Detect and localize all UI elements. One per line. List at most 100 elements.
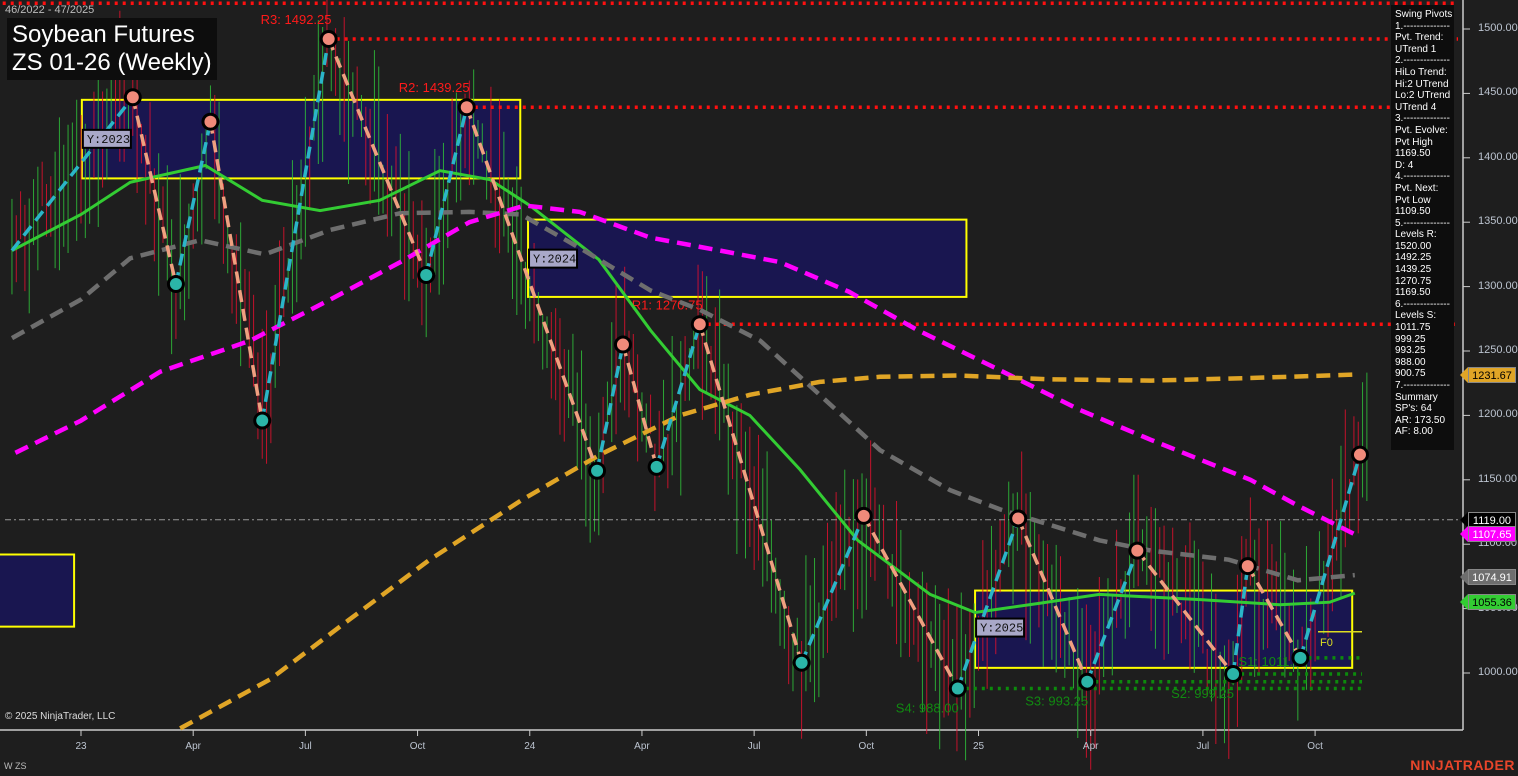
time-tick-label: 25	[972, 741, 985, 752]
panel-line: Pvt High	[1395, 136, 1433, 148]
panel-line: 1011.75	[1395, 322, 1431, 334]
price-tag: 1055.36	[1460, 593, 1516, 610]
pivot-high-marker	[1128, 541, 1147, 560]
f0-label: F0	[1320, 637, 1333, 649]
pivot-dot	[1294, 651, 1307, 664]
panel-line: Pvt Low	[1395, 194, 1431, 206]
year-label: Y:2025	[980, 622, 1023, 636]
panel-line: Levels R:	[1395, 229, 1437, 241]
year-box	[0, 553, 76, 628]
panel-line: 999.25	[1395, 333, 1426, 345]
pivot-high-marker	[201, 112, 220, 131]
swing-down-line	[621, 344, 659, 468]
pivot-low-marker	[792, 653, 811, 672]
panel-line: Levels S:	[1395, 310, 1437, 322]
panel-line: 1439.25	[1395, 264, 1432, 276]
panel-line: Swing Pivots	[1395, 9, 1453, 20]
pivot-high-marker	[613, 335, 632, 354]
panel-line: 4.--------------	[1395, 171, 1450, 183]
panel-line: 1520.00	[1395, 240, 1432, 252]
swing-up-line	[799, 515, 866, 664]
pivot-high-marker	[1009, 509, 1028, 528]
instrument-name: Soybean Futures	[12, 21, 195, 48]
panel-line: 1109.50	[1395, 206, 1431, 218]
pivot-dot	[322, 32, 335, 45]
resistance-label: R3: 1492.25	[261, 12, 332, 27]
price-tick-label: 1300.00	[1478, 279, 1518, 292]
pivot-dot	[460, 101, 473, 114]
price-tick-label: 1250.00	[1478, 344, 1518, 356]
pivot-dot	[126, 91, 139, 104]
time-tick-label: Apr	[634, 741, 650, 752]
time-tick-label: Oct	[409, 741, 426, 752]
panel-line: Pvt. Trend:	[1395, 32, 1444, 44]
pivot-dot	[795, 656, 808, 669]
pivot-low-marker	[948, 679, 967, 698]
time-tick-label: Oct	[1307, 741, 1323, 752]
time-tick-label: Apr	[1082, 741, 1099, 752]
pivot-dot	[1227, 667, 1240, 680]
time-tick-label: Jul	[747, 741, 761, 752]
support-label: S4: 988.00	[896, 700, 959, 715]
price-tag: 1231.67	[1460, 366, 1516, 383]
pivot-dot	[616, 338, 629, 351]
panel-line: Pvt. Evolve:	[1395, 124, 1448, 136]
panel-line: UTrend 1	[1395, 43, 1437, 55]
panel-line: 1270.75	[1395, 275, 1432, 287]
pivot-dot	[204, 115, 217, 128]
panel-line: 5.--------------	[1395, 217, 1450, 229]
price-tag: 1107.65	[1460, 526, 1516, 543]
pivot-high-marker	[690, 315, 709, 334]
panel-line: 993.25	[1395, 345, 1426, 357]
pivot-high-marker	[457, 98, 476, 117]
price-tag: 1074.91	[1460, 568, 1516, 585]
panel-line: 900.75	[1395, 368, 1426, 380]
pivot-low-marker	[1224, 664, 1243, 683]
year-label: Y:2023	[87, 133, 130, 147]
pivot-dot	[1012, 512, 1025, 525]
pivot-high-marker	[1238, 557, 1257, 576]
panel-line: Pvt. Next:	[1395, 182, 1439, 194]
price-tick-label: 1150.00	[1478, 472, 1517, 485]
price-tick-label: 1200.00	[1478, 408, 1518, 421]
year-label: Y:2024	[533, 253, 576, 267]
pivot-dot	[650, 460, 663, 473]
panel-line: 1169.50	[1395, 287, 1431, 299]
ninjatrader-logo: NINJATRADER	[1410, 757, 1515, 773]
time-tick-label: Oct	[858, 741, 875, 752]
panel-line: 988.00	[1395, 356, 1426, 368]
panel-line: 1.--------------	[1395, 20, 1450, 32]
pivot-low-marker	[647, 457, 666, 476]
symbol-label: W ZS	[4, 761, 27, 771]
panel-line: 6.--------------	[1395, 298, 1450, 310]
pivot-high-marker	[123, 88, 142, 107]
panel-line: 2.--------------	[1395, 55, 1450, 67]
pivot-low-marker	[1291, 648, 1310, 667]
pivot-low-marker	[253, 411, 272, 430]
price-chart[interactable]: R3: 1492.25R2: 1439.25R1: 1270.75S4: 988…	[0, 0, 1518, 776]
pivot-dot	[420, 269, 433, 282]
pivot-dot	[1241, 560, 1254, 573]
panel-line: D: 4	[1395, 159, 1414, 171]
pivot-dot	[591, 464, 604, 477]
pivot-low-marker	[417, 266, 436, 285]
pivot-low-marker	[588, 461, 607, 480]
pivot-high-marker	[854, 506, 873, 525]
swing-pivots-panel: Swing Pivots 1.-------------- Pvt. Trend: U…	[1391, 5, 1454, 450]
pivot-high-marker	[319, 29, 338, 48]
pivot-dot	[256, 414, 269, 427]
support-label: S3: 993.25	[1025, 694, 1088, 709]
panel-line: AF: 8.00	[1395, 426, 1433, 438]
copyright: © 2025 NinjaTrader, LLC	[5, 711, 116, 722]
chart-title: Soybean Futures ZS 01-26 (Weekly)	[7, 18, 217, 80]
panel-line: Hi:2 UTrend	[1395, 78, 1449, 90]
pivot-dot	[1131, 544, 1144, 557]
pivot-high-marker	[1350, 445, 1369, 464]
pivot-low-marker	[1078, 672, 1097, 691]
time-tick-label: Jul	[1196, 741, 1210, 752]
pivot-dot	[1081, 675, 1094, 688]
pivot-dot	[693, 318, 706, 331]
panel-line: Summary	[1395, 391, 1438, 403]
resistance-label: R2: 1439.25	[399, 80, 470, 95]
panel-line: 1492.25	[1395, 252, 1432, 264]
